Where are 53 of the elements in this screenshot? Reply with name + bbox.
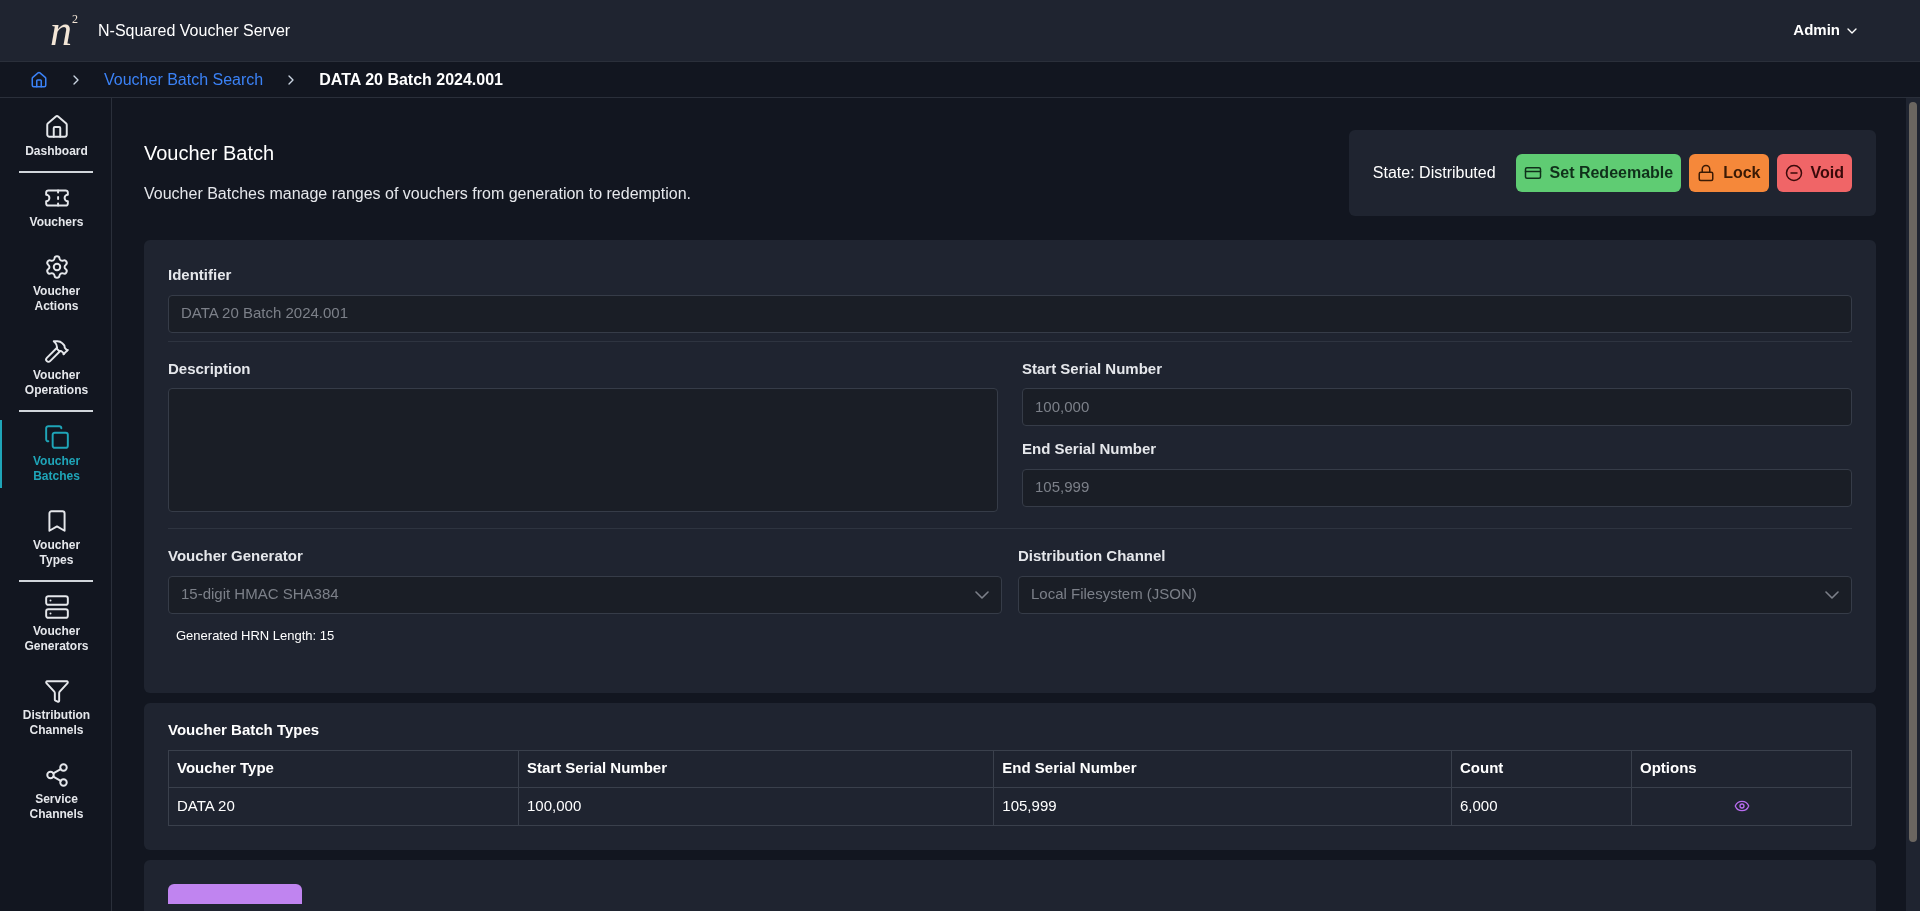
field-label: Voucher Generator bbox=[168, 546, 304, 566]
app-title: N-Squared Voucher Server bbox=[98, 20, 291, 41]
table-cell: 6,000 bbox=[1451, 787, 1632, 825]
void-button[interactable]: Void bbox=[1776, 154, 1852, 192]
sidebar-item[interactable]: Voucher Types bbox=[0, 504, 111, 572]
share-icon bbox=[43, 762, 70, 788]
home-icon[interactable] bbox=[30, 70, 48, 89]
home-icon bbox=[43, 114, 70, 140]
breadcrumb-link[interactable]: Voucher Batch Search bbox=[104, 67, 264, 92]
column-header: Start Serial Number bbox=[518, 750, 994, 787]
page-description: Voucher Batches manage ranges of vouchers from generation to redemption. bbox=[144, 184, 691, 204]
column-header: End Serial Number bbox=[993, 750, 1452, 787]
field-label: Identifier bbox=[168, 265, 233, 285]
padlock-icon bbox=[1697, 164, 1716, 182]
breadcrumb-current: DATA 20 Batch 2024.001 bbox=[319, 69, 503, 90]
view-icon[interactable] bbox=[1733, 798, 1750, 814]
sidebar-item[interactable]: Voucher Operations bbox=[0, 334, 111, 402]
action-button[interactable] bbox=[168, 883, 302, 904]
sidebar-item[interactable]: Voucher Generators bbox=[0, 590, 111, 658]
user-menu[interactable]: Admin bbox=[1793, 19, 1860, 42]
hammer-icon bbox=[43, 338, 70, 364]
description-field[interactable] bbox=[168, 388, 998, 512]
chevron-down-icon bbox=[1825, 590, 1839, 599]
field-hint: Generated HRN Length: 15 bbox=[175, 626, 336, 645]
table-cell: DATA 20 bbox=[168, 787, 519, 825]
server-rack-icon bbox=[43, 594, 70, 620]
scrollbar-thumb[interactable] bbox=[1909, 102, 1917, 842]
sidebar-item[interactable]: Dashboard bbox=[0, 110, 111, 163]
column-header: Voucher Type bbox=[168, 750, 519, 787]
column-header: Options bbox=[1631, 750, 1852, 787]
lock-button[interactable]: Lock bbox=[1689, 154, 1769, 192]
filter-icon bbox=[43, 678, 70, 704]
page-title: Voucher Batch bbox=[144, 141, 276, 166]
table-cell: 105,999 bbox=[993, 787, 1452, 825]
sidebar-item[interactable]: Voucher Batches bbox=[0, 420, 111, 488]
sidebar-item[interactable]: Voucher Actions bbox=[0, 250, 111, 318]
card-icon bbox=[1523, 164, 1542, 182]
field-label: End Serial Number bbox=[1022, 439, 1158, 459]
column-header: Count bbox=[1451, 750, 1632, 787]
minus-circle-icon bbox=[1784, 164, 1803, 182]
section-title: Voucher Batch Types bbox=[168, 720, 321, 740]
field-label: Start Serial Number bbox=[1022, 358, 1164, 379]
table-cell: 100,000 bbox=[518, 787, 994, 825]
sidebar-item[interactable]: Service Channels bbox=[0, 758, 111, 826]
state-text: State: Distributed bbox=[1372, 163, 1496, 183]
set-redeemable-button[interactable]: Set Redeemable bbox=[1515, 154, 1682, 192]
settings-icon bbox=[43, 254, 70, 280]
field-label: Distribution Channel bbox=[1018, 546, 1167, 566]
stacked-squares-icon bbox=[43, 424, 70, 450]
sidebar-item[interactable]: Vouchers bbox=[0, 181, 111, 234]
field-label: Description bbox=[168, 358, 252, 379]
sidebar-item[interactable]: Distribution Channels bbox=[0, 674, 111, 742]
chevron-down-icon bbox=[975, 590, 989, 599]
